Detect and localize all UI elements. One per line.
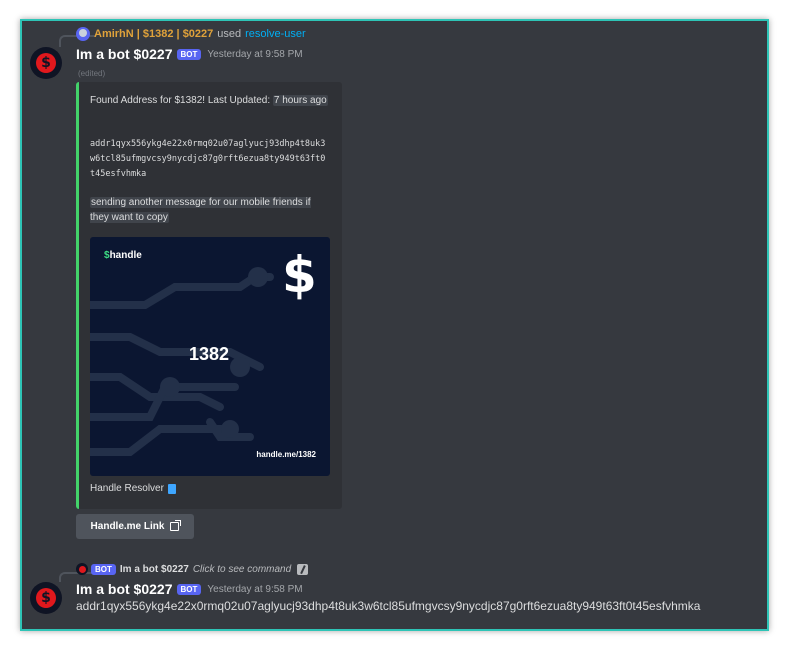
handle-url: handle.me/1382 (256, 450, 316, 459)
message-header-2: Im a bot $0227 BOT Yesterday at 9:58 PM (76, 581, 303, 597)
reply-reference[interactable]: AmirhN | $1382 | $0227 used resolve-user (76, 27, 306, 41)
book-icon (167, 483, 176, 494)
bot-avatar-2[interactable]: $ (30, 582, 62, 614)
embed-mobile-note: sending another message for our mobile f… (90, 195, 330, 225)
reply-username[interactable]: AmirhN | $1382 | $0227 (94, 28, 213, 40)
handle-image[interactable]: $handle $ 1382 handle.me/1382 (90, 237, 330, 476)
reply-command-name[interactable]: resolve-user (245, 28, 306, 40)
edited-label: (edited) (78, 69, 106, 78)
embed-last-updated: 7 hours ago (272, 95, 328, 106)
dollar-coin-icon: $ (36, 588, 56, 608)
message-timestamp[interactable]: Yesterday at 9:58 PM (207, 49, 302, 60)
embed-found-address: Found Address for $1382! Last Updated: 7… (90, 93, 330, 108)
embed-address-code: addr1qyx556ykg4e22x0rmq02u07aglyucj93dhp… (90, 139, 326, 179)
reply-used-text: used (217, 28, 242, 40)
embed: Found Address for $1382! Last Updated: 7… (76, 82, 342, 509)
message-username-2[interactable]: Im a bot $0227 (76, 581, 173, 597)
dollar-coin-icon: $ (36, 53, 56, 73)
embed-found-text: Found Address for $1382! Last Updated: (90, 95, 271, 106)
external-link-icon (170, 520, 182, 531)
bot-tag-2: BOT (176, 583, 202, 595)
embed-footer-text: Handle Resolver (90, 483, 164, 494)
bot-avatar[interactable]: $ (30, 47, 62, 79)
slash-command-icon[interactable] (297, 563, 309, 575)
reply-user-avatar[interactable] (76, 27, 90, 41)
command-bot-tag: BOT (91, 563, 116, 575)
message-header: Im a bot $0227 BOT Yesterday at 9:58 PM (76, 46, 303, 62)
message-username[interactable]: Im a bot $0227 (76, 46, 173, 62)
handle-logo: $handle (104, 250, 142, 261)
handle-link-label: Handle.me Link (90, 521, 165, 532)
message-content-address: addr1qyx556ykg4e22x0rmq02u07aglyucj93dhp… (76, 599, 701, 613)
embed-footer: Handle Resolver (90, 483, 176, 494)
bot-tag: BOT (176, 48, 202, 60)
command-hint[interactable]: Click to see command (193, 564, 291, 575)
handle-logo-text: handle (109, 250, 142, 261)
big-dollar-icon: $ (282, 246, 317, 304)
chat-window: AmirhN | $1382 | $0227 used resolve-user… (20, 19, 769, 631)
handle-link-button[interactable]: Handle.me Link (76, 514, 194, 539)
embed-mobile-note-text: sending another message for our mobile f… (90, 197, 311, 223)
command-bot-avatar (76, 563, 88, 575)
command-bot-name[interactable]: Im a bot $0227 (120, 564, 189, 575)
message-timestamp-2[interactable]: Yesterday at 9:58 PM (207, 584, 302, 595)
handle-number: 1382 (189, 344, 230, 364)
command-reference[interactable]: BOT Im a bot $0227 Click to see command (76, 563, 309, 575)
